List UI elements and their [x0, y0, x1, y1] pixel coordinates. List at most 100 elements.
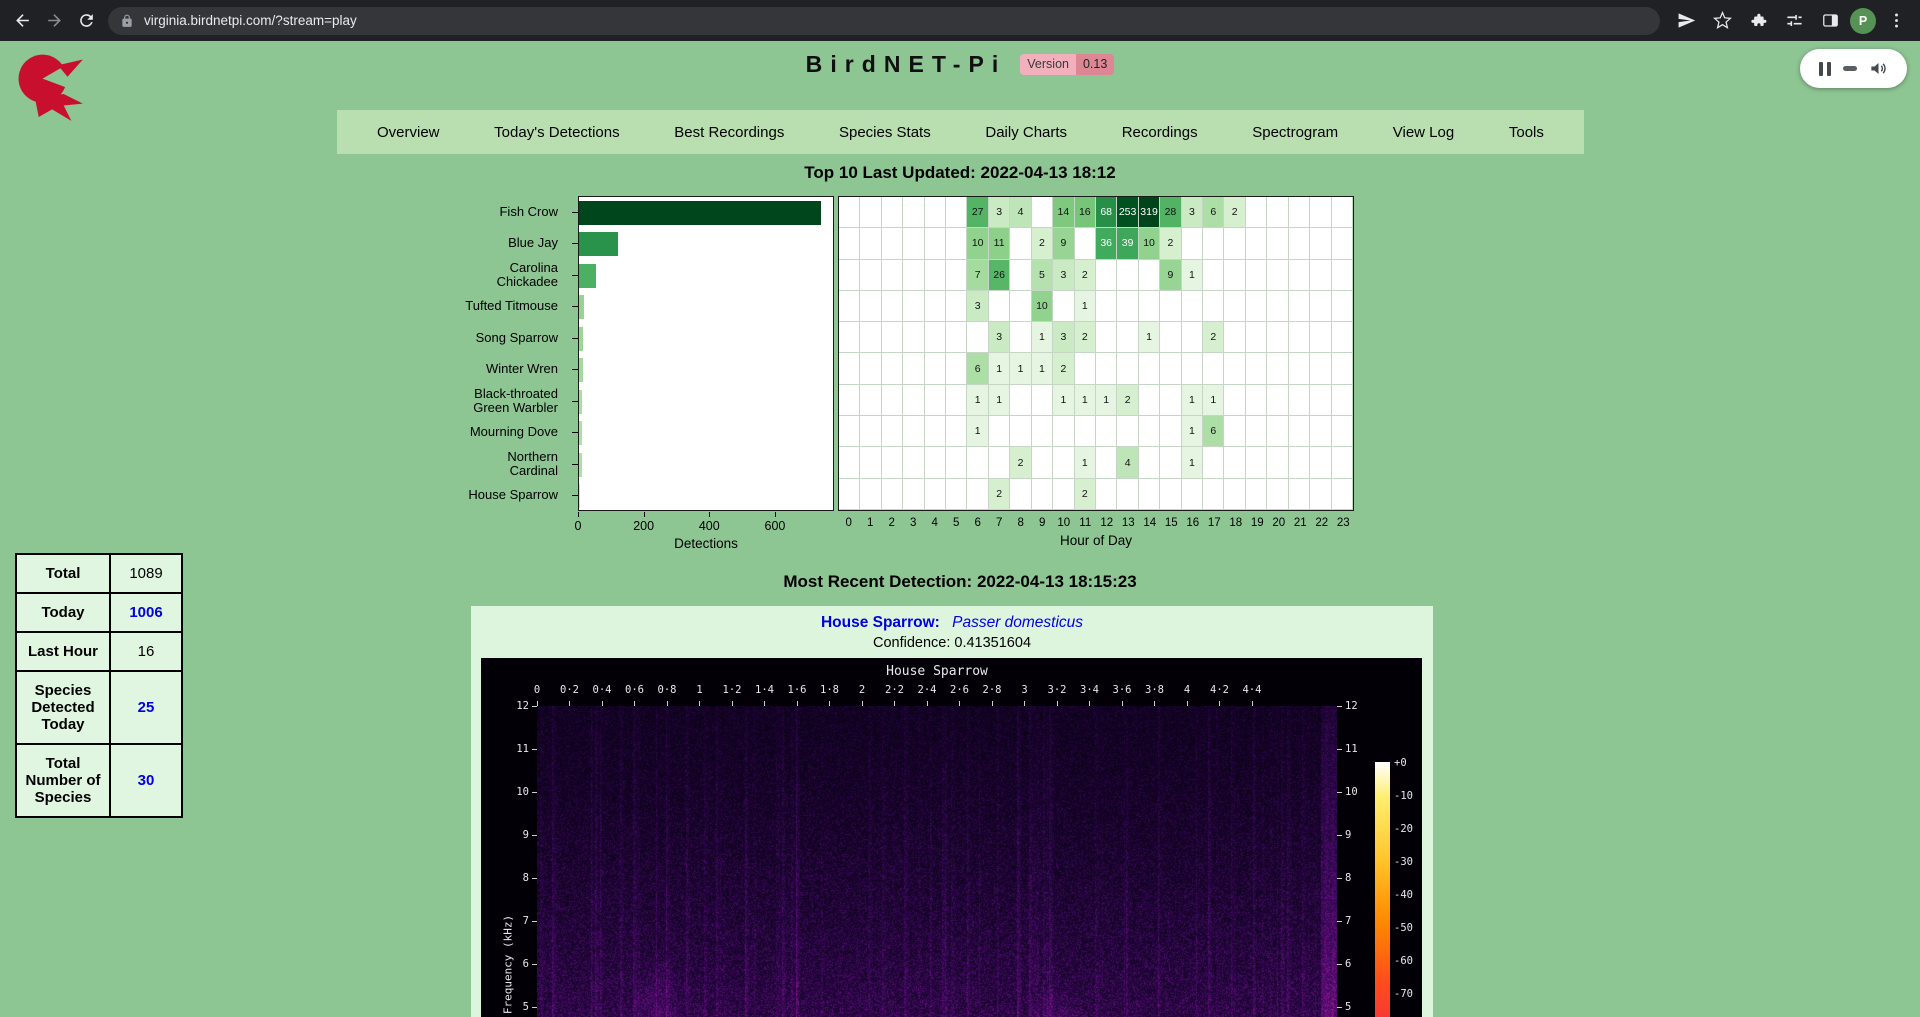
heatmap-cell [1246, 291, 1267, 322]
heatmap-cell [1310, 260, 1331, 291]
heatmap-cell: 1 [989, 353, 1010, 384]
heatmap-cell [946, 260, 967, 291]
nav-item-view-log[interactable]: View Log [1393, 124, 1454, 141]
heatmap-cell: 3 [967, 291, 988, 322]
nav-item-species-stats[interactable]: Species Stats [839, 124, 931, 141]
menu-dots-icon[interactable] [1880, 5, 1912, 37]
nav-item-tools[interactable]: Tools [1509, 124, 1544, 141]
profile-avatar[interactable]: P [1850, 8, 1876, 34]
tune-icon[interactable] [1778, 5, 1810, 37]
heatmap-cell [946, 353, 967, 384]
send-icon[interactable] [1670, 5, 1702, 37]
address-bar[interactable]: virginia.birdnetpi.com/?stream=play [108, 7, 1660, 35]
stats-value[interactable]: 25 [110, 671, 182, 744]
y-tick-mark [572, 275, 578, 276]
species-scientific-name-link[interactable]: Passer domesticus [952, 614, 1083, 631]
bar-x-tick-label: 0 [575, 519, 582, 533]
nav-item-best-recordings[interactable]: Best Recordings [674, 124, 784, 141]
url-text: virginia.birdnetpi.com/?stream=play [144, 13, 357, 28]
spec-right-tick [1337, 835, 1342, 836]
bar-black-throated-green-warbler [579, 390, 582, 414]
heatmap-cell [946, 291, 967, 322]
species-common-name-link[interactable]: House Sparrow: [821, 614, 940, 631]
volume-icon[interactable] [1869, 59, 1888, 78]
heatmap-cell [1139, 479, 1160, 510]
heatmap-cell [925, 353, 946, 384]
nav-item-today-s-detections[interactable]: Today's Detections [494, 124, 619, 141]
nav-item-overview[interactable]: Overview [377, 124, 440, 141]
nav-item-spectrogram[interactable]: Spectrogram [1252, 124, 1338, 141]
spec-right-tick [1337, 964, 1342, 965]
heatmap-cell [1310, 197, 1331, 228]
heatmap-cell [882, 353, 903, 384]
spec-top-tick [569, 701, 570, 706]
heatmap-cell [882, 385, 903, 416]
heatmap-cell [1289, 479, 1310, 510]
heatmap-cell: 14 [1053, 197, 1074, 228]
heatmap-cell [839, 228, 860, 259]
reload-icon[interactable] [70, 5, 102, 37]
extensions-icon[interactable] [1742, 5, 1774, 37]
seek-bar[interactable] [1843, 66, 1857, 71]
spec-top-tick [1219, 701, 1220, 706]
hour-tick-label: 1 [867, 517, 873, 529]
spec-left-tick [532, 878, 537, 879]
heatmap-cell [1332, 353, 1353, 384]
heatmap-cell [925, 479, 946, 510]
nav-item-daily-charts[interactable]: Daily Charts [985, 124, 1067, 141]
heatmap-cell [903, 291, 924, 322]
bookmark-star-icon[interactable] [1706, 5, 1738, 37]
heatmap-cell: 1 [967, 385, 988, 416]
stats-value[interactable]: 1006 [110, 593, 182, 632]
hour-tick-label: 6 [975, 517, 981, 529]
spec-top-tick [1089, 701, 1090, 706]
heatmap-cell [1139, 385, 1160, 416]
spec-top-tick [1122, 701, 1123, 706]
heatmap-cell: 2 [1010, 447, 1031, 478]
heatmap-cell [1332, 447, 1353, 478]
side-panel-icon[interactable] [1814, 5, 1846, 37]
spec-top-tick [1187, 701, 1188, 706]
heatmap-cell: 26 [989, 260, 1010, 291]
heatmap-cell [860, 447, 881, 478]
spec-freq-label-right: 5 [1345, 1001, 1351, 1013]
spec-right-tick [1337, 792, 1342, 793]
heatmap-cell [860, 322, 881, 353]
bar-x-tick-label: 200 [633, 519, 654, 533]
spec-top-tick [634, 701, 635, 706]
bar-fish-crow [579, 201, 821, 225]
heatmap-cell [1289, 291, 1310, 322]
heatmap-cell [1332, 260, 1353, 291]
heatmap-cell: 1 [967, 416, 988, 447]
heatmap-cell [1267, 416, 1288, 447]
version-value: 0.13 [1076, 54, 1114, 75]
heatmap-cell [1096, 260, 1117, 291]
heatmap-cell [903, 353, 924, 384]
spec-time-label: 2·4 [918, 684, 937, 696]
colorbar-tick-label: +0 [1394, 757, 1407, 769]
stats-value[interactable]: 30 [110, 744, 182, 817]
heatmap-cell [925, 447, 946, 478]
heatmap-cell [1010, 322, 1031, 353]
heatmap-cell: 68 [1096, 197, 1117, 228]
heatmap-cell [1160, 291, 1181, 322]
heatmap-cell [1096, 416, 1117, 447]
forward-icon[interactable] [38, 5, 70, 37]
back-icon[interactable] [6, 5, 38, 37]
spec-time-label: 1·6 [788, 684, 807, 696]
heatmap-cell: 5 [1032, 260, 1053, 291]
spec-left-tick [532, 1007, 537, 1008]
spec-freq-label-left: 5 [499, 1001, 529, 1013]
nav-item-recordings[interactable]: Recordings [1122, 124, 1198, 141]
pause-icon[interactable] [1819, 62, 1831, 76]
hour-tick-label: 16 [1186, 517, 1199, 529]
species-label-fish-crow: Fish Crow [462, 196, 566, 228]
spec-left-tick [532, 749, 537, 750]
heatmap-cell: 1 [1182, 447, 1203, 478]
version-label: Version [1020, 54, 1076, 75]
hour-tick-label: 18 [1229, 517, 1242, 529]
heatmap-cell [1139, 260, 1160, 291]
hour-tick-label: 10 [1057, 517, 1070, 529]
heatmap-cell [903, 447, 924, 478]
heatmap-cell [1310, 322, 1331, 353]
